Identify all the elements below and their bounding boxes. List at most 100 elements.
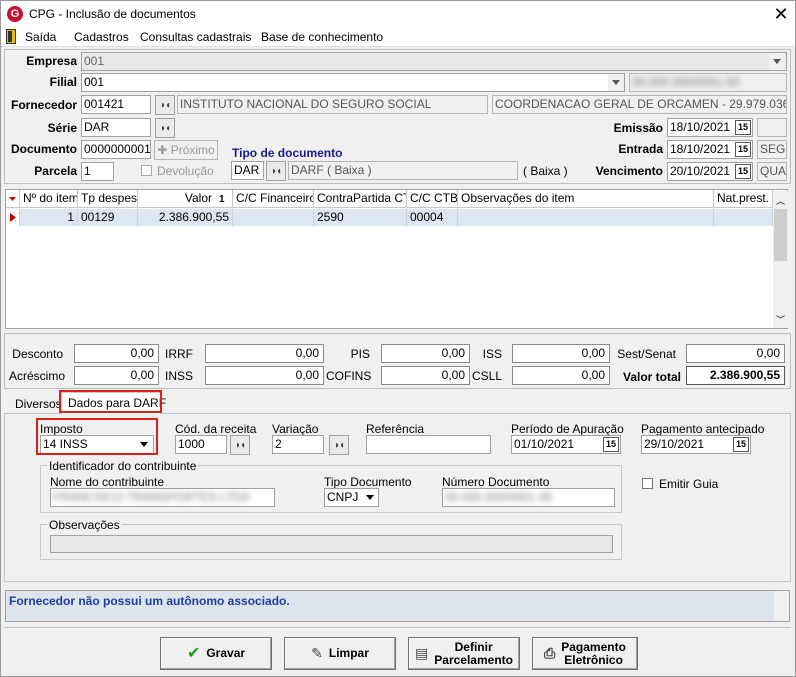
eraser-icon: ✎ <box>311 645 323 661</box>
cell-nro-item[interactable]: 1 <box>20 209 78 226</box>
close-icon[interactable]: ✕ <box>769 3 793 25</box>
documento-label: Documento <box>11 142 77 156</box>
cell-valor[interactable]: 2.386.900,55 <box>138 209 233 226</box>
inss-field[interactable]: 0,00 <box>205 366 324 385</box>
tipo-documento-extra: ( Baixa ) <box>523 164 568 178</box>
menu-bar: Saída Cadastros Consultas cadastrais Bas… <box>1 28 795 47</box>
acrescimo-field[interactable]: 0,00 <box>74 366 159 385</box>
iss-field[interactable]: 0,00 <box>512 344 610 363</box>
sest-senat-label: Sest/Senat <box>617 347 676 361</box>
documento-field[interactable]: 0000000001 <box>81 140 151 159</box>
desconto-label: Desconto <box>12 347 63 361</box>
main-window: G CPG - Inclusão de documentos ✕ Saída C… <box>0 0 796 677</box>
numero-documento-field[interactable]: 00.000.000/0001-00 <box>442 488 615 507</box>
parcela-field[interactable]: 1 <box>81 162 114 181</box>
cell-observacoes-item[interactable] <box>458 209 714 226</box>
calendar-icon[interactable]: 15 <box>735 142 751 157</box>
emissao-label: Emissão <box>613 121 663 135</box>
scroll-up-icon[interactable]: ︿ <box>776 194 785 207</box>
variacao-field[interactable]: 2 <box>272 435 324 454</box>
col-observacoes-item[interactable]: Observações do item <box>458 190 714 208</box>
proximo-button[interactable]: ✚ Próximo <box>154 140 218 160</box>
cell-contrapartida-ctb[interactable]: 2590 <box>314 209 407 226</box>
documents-icon: ▤ <box>415 645 429 661</box>
pis-field[interactable]: 0,00 <box>381 344 470 363</box>
entrada-day-field: SEG <box>757 140 787 159</box>
printer-icon: ⎙ <box>544 645 556 661</box>
serie-search-button[interactable]: ◗◖ <box>155 118 175 138</box>
status-scrollbar[interactable] <box>774 591 789 621</box>
irrf-field[interactable]: 0,00 <box>205 344 324 363</box>
limpar-button[interactable]: ✎ Limpar <box>284 637 396 670</box>
tab-diversos[interactable]: Diversos <box>15 397 62 411</box>
empresa-field[interactable]: 001 <box>81 52 787 71</box>
tipo-documento-code-field[interactable]: DAR <box>231 161 264 180</box>
filial-field[interactable]: 001 <box>81 73 625 92</box>
fornecedor-search-button[interactable]: ◗◖ <box>155 95 175 115</box>
status-message: Fornecedor não possui um autônomo associ… <box>9 594 290 608</box>
nome-contribuinte-field[interactable]: FRANCISCO TRANSPORTES LTDA <box>50 488 275 507</box>
filial-dropdown-icon[interactable] <box>608 74 624 91</box>
definir-parcelamento-button[interactable]: ▤ Definir Parcelamento <box>408 637 520 670</box>
vencimento-day-field: QUA <box>757 162 787 181</box>
binoculars-icon: ◗◖ <box>234 439 246 451</box>
scroll-down-icon[interactable]: ﹀ <box>776 313 785 326</box>
sort-order-indicator: 1 <box>219 194 225 205</box>
calendar-icon[interactable]: 15 <box>735 120 751 135</box>
referencia-field[interactable] <box>366 435 491 454</box>
binoculars-icon: ◗◖ <box>333 439 345 451</box>
col-contrapartida-ctb[interactable]: ContraPartida CTB <box>314 190 407 208</box>
devolucao-checkbox[interactable] <box>141 165 152 176</box>
menu-cadastros[interactable]: Cadastros <box>74 30 129 44</box>
emitir-guia-checkbox[interactable] <box>642 478 653 489</box>
observacoes-field[interactable] <box>50 535 613 553</box>
col-tp-despesa[interactable]: Tp despesa <box>78 190 138 208</box>
menu-saida[interactable]: Saída <box>25 30 56 44</box>
plus-icon: ✚ <box>157 143 171 157</box>
highlight-imposto <box>36 418 158 455</box>
cell-tp-despesa[interactable]: 00129 <box>78 209 138 226</box>
grid-scrollbar[interactable]: ︿ ﹀ <box>773 191 788 328</box>
window-title: CPG - Inclusão de documentos <box>29 7 196 21</box>
desconto-field[interactable]: 0,00 <box>74 344 159 363</box>
calendar-icon[interactable]: 15 <box>735 164 751 179</box>
pagamento-eletronico-button[interactable]: ⎙ Pagamento Eletrônico <box>532 637 638 670</box>
cofins-field[interactable]: 0,00 <box>381 366 470 385</box>
emitir-guia-label: Emitir Guia <box>659 477 719 491</box>
parcela-label: Parcela <box>34 164 77 178</box>
col-cc-ctb[interactable]: C/C CTB <box>407 190 458 208</box>
gravar-button[interactable]: ✔ Gravar <box>160 637 272 670</box>
fornecedor-label: Fornecedor <box>10 98 77 112</box>
cell-nat-prest[interactable] <box>714 209 773 226</box>
cod-receita-search-button[interactable]: ◗◖ <box>230 435 250 455</box>
calendar-icon[interactable]: 15 <box>733 437 749 452</box>
empresa-dropdown-icon[interactable] <box>769 53 785 70</box>
tipo-documento-dropdown-icon[interactable] <box>362 489 378 506</box>
serie-label: Série <box>47 121 77 135</box>
sest-senat-field[interactable]: 0,00 <box>686 344 785 363</box>
valor-total-label: Valor total <box>622 370 681 384</box>
items-grid[interactable]: Nº do item Tp despesa Valor 1 C/C Financ… <box>5 189 788 329</box>
col-nro-item[interactable]: Nº do item <box>20 190 78 208</box>
fornecedor-code-field[interactable]: 001421 <box>81 95 151 114</box>
col-cc-financeiro[interactable]: C/C Financeiro <box>233 190 314 208</box>
iss-label: ISS <box>482 347 502 361</box>
numero-documento-label: Número Documento <box>442 475 550 489</box>
serie-field[interactable]: DAR <box>81 118 151 137</box>
tipo-documento-search-button[interactable]: ◗◖ <box>266 161 286 181</box>
variacao-search-button[interactable]: ◗◖ <box>329 435 349 455</box>
menu-base-conhecimento[interactable]: Base de conhecimento <box>261 30 383 44</box>
calendar-icon[interactable]: 15 <box>603 437 619 452</box>
emissao-day-field <box>757 118 787 137</box>
col-nat-prest[interactable]: Nat.prest. <box>714 190 773 208</box>
menu-consultas-cadastrais[interactable]: Consultas cadastrais <box>140 30 251 44</box>
cell-cc-ctb[interactable]: 00004 <box>407 209 458 226</box>
title-bar: G CPG - Inclusão de documentos ✕ <box>1 1 795 28</box>
csll-field[interactable]: 0,00 <box>512 366 610 385</box>
fornecedor-name-field: INSTITUTO NACIONAL DO SEGURO SOCIAL <box>177 95 488 114</box>
cell-cc-financeiro[interactable] <box>233 209 314 226</box>
variacao-label: Variação <box>272 422 319 436</box>
scroll-thumb[interactable] <box>774 209 787 261</box>
row-pointer <box>6 209 20 226</box>
cod-receita-field[interactable]: 1000 <box>175 435 227 454</box>
